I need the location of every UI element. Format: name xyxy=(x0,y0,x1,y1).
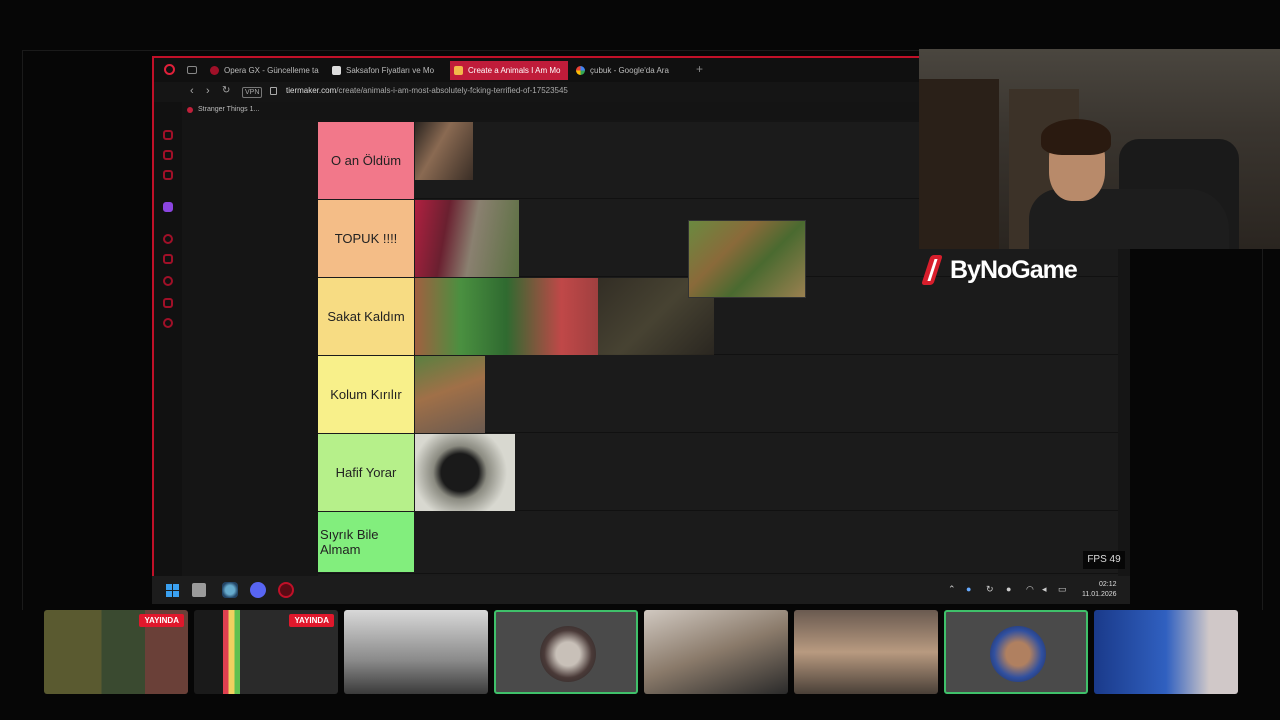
sidebar-clock-icon[interactable] xyxy=(163,276,173,286)
tab-switcher-icon[interactable] xyxy=(187,66,197,74)
app-icon[interactable] xyxy=(222,582,238,598)
participant-tile[interactable] xyxy=(1094,610,1238,694)
participants-strip: YAYINDA YAYINDA xyxy=(44,610,1244,696)
tier-label[interactable]: TOPUK !!!! xyxy=(318,200,414,277)
bynogame-mark-icon xyxy=(922,253,944,287)
tray-wifi-icon[interactable]: ◠ xyxy=(1026,584,1034,595)
tray-battery-icon[interactable]: ▭ xyxy=(1058,584,1067,595)
sidebar-gx-corner-icon[interactable] xyxy=(163,150,173,160)
clock-date: 11.01.2026 xyxy=(1082,591,1117,598)
windows-start-icon[interactable] xyxy=(166,584,179,597)
sidebar-cube-icon[interactable] xyxy=(163,298,173,308)
tab-opera-update[interactable]: Opera GX - Güncelleme ta xyxy=(206,61,324,80)
bookmark-stranger-things[interactable]: Stranger Things 1... xyxy=(198,106,259,113)
animal-image[interactable] xyxy=(415,122,473,180)
tray-chevron-icon[interactable]: ⌃ xyxy=(948,584,956,595)
sidebar-hot-tabs-icon[interactable] xyxy=(163,170,173,180)
live-badge: YAYINDA xyxy=(289,614,334,627)
participant-tile[interactable]: YAYINDA xyxy=(194,610,338,694)
participant-tile[interactable] xyxy=(644,610,788,694)
google-favicon-icon xyxy=(576,66,585,75)
url-path: /create/animals-i-am-most-absolutely-fck… xyxy=(336,86,568,95)
participant-tile[interactable] xyxy=(344,610,488,694)
tab-label: Create a Animals I Am Mo xyxy=(468,66,561,75)
webcam-person-hair xyxy=(1041,119,1111,155)
sidebar-history-icon[interactable] xyxy=(163,234,173,244)
page-favicon-icon xyxy=(332,66,341,75)
participant-tile-avatar[interactable] xyxy=(494,610,638,694)
vpn-badge[interactable]: VPN xyxy=(242,87,263,98)
stream-stage: Opera GX - Güncelleme ta Saksafon Fiyatl… xyxy=(0,0,1280,720)
tier-row: Sıyrık Bile Almam xyxy=(318,512,1118,574)
clock-time: 02:12 xyxy=(1098,581,1117,588)
tab-tiermaker[interactable]: Create a Animals I Am Mo xyxy=(450,61,568,80)
tray-app-icon[interactable]: ● xyxy=(966,584,971,594)
sidebar-twitch-icon[interactable] xyxy=(163,202,173,212)
bynogame-logo: ByNoGame xyxy=(922,252,1078,288)
bookmark-favicon-icon xyxy=(187,107,193,113)
tab-label: çubuk - Google'da Ara xyxy=(590,66,669,75)
tier-label[interactable]: Sakat Kaldım xyxy=(318,278,414,355)
opera-favicon-icon xyxy=(210,66,219,75)
file-explorer-icon[interactable] xyxy=(192,583,206,597)
tier-label[interactable]: Kolum Kırılır xyxy=(318,356,414,433)
url-field[interactable]: tiermaker.com/create/animals-i-am-most-a… xyxy=(286,86,568,95)
discord-icon[interactable] xyxy=(250,582,266,598)
streamer-webcam xyxy=(919,49,1280,249)
live-badge: YAYINDA xyxy=(139,614,184,627)
forward-arrow-icon[interactable]: › xyxy=(206,85,210,97)
webcam-bookshelf xyxy=(919,79,999,249)
participant-tile-avatar[interactable] xyxy=(944,610,1088,694)
animal-image[interactable] xyxy=(415,278,598,355)
avatar xyxy=(540,626,596,682)
tier-row: Kolum Kırılır xyxy=(318,356,1118,433)
animal-image[interactable] xyxy=(415,434,515,511)
tab-label: Opera GX - Güncelleme ta xyxy=(224,66,319,75)
animal-image[interactable] xyxy=(415,200,519,277)
opera-logo-icon[interactable] xyxy=(164,64,175,75)
tab-saksafon[interactable]: Saksafon Fiyatları ve Mo xyxy=(328,61,446,80)
participant-tile[interactable]: YAYINDA xyxy=(44,610,188,694)
sidebar-gx-control-icon[interactable] xyxy=(163,130,173,140)
tiermaker-favicon-icon xyxy=(454,66,463,75)
tray-sync-icon[interactable]: ↻ xyxy=(986,584,994,595)
brand-text: ByNoGame xyxy=(950,255,1078,284)
taskbar-clock[interactable]: 02:12 11.01.2026 xyxy=(1082,580,1117,600)
tier-label[interactable]: Hafif Yorar xyxy=(318,434,414,511)
avatar xyxy=(990,626,1046,682)
frame-border-left xyxy=(22,50,23,610)
dragged-python-image[interactable] xyxy=(688,220,806,298)
participant-tile[interactable] xyxy=(794,610,938,694)
tab-label: Saksafon Fiyatları ve Mo xyxy=(346,66,435,75)
reload-icon[interactable]: ↻ xyxy=(222,85,230,96)
tier-label[interactable]: Sıyrık Bile Almam xyxy=(318,512,414,572)
tab-google-search[interactable]: çubuk - Google'da Ara xyxy=(572,61,690,80)
tray-volume-icon[interactable]: ◂ xyxy=(1042,584,1047,595)
opera-gx-taskbar-icon[interactable] xyxy=(278,582,294,598)
animal-image[interactable] xyxy=(415,356,485,433)
sidebar-settings-icon[interactable] xyxy=(163,318,173,328)
webcam-person-body xyxy=(1029,189,1229,249)
fps-counter: FPS 49 xyxy=(1083,551,1125,569)
back-arrow-icon[interactable]: ‹ xyxy=(190,85,194,97)
sidebar-player-icon[interactable] xyxy=(163,254,173,264)
tier-row: Hafif Yorar xyxy=(318,434,1118,511)
url-host: tiermaker.com xyxy=(286,86,337,95)
tier-label[interactable]: O an Öldüm xyxy=(318,122,414,199)
lock-icon[interactable] xyxy=(270,87,277,95)
new-tab-button[interactable]: + xyxy=(696,62,703,76)
windows-taskbar: ⌃ ● ↻ ● ◠ ◂ ▭ 02:12 11.01.2026 xyxy=(152,576,1130,604)
tray-mic-icon[interactable]: ● xyxy=(1006,584,1011,594)
opera-sidebar xyxy=(154,102,182,576)
